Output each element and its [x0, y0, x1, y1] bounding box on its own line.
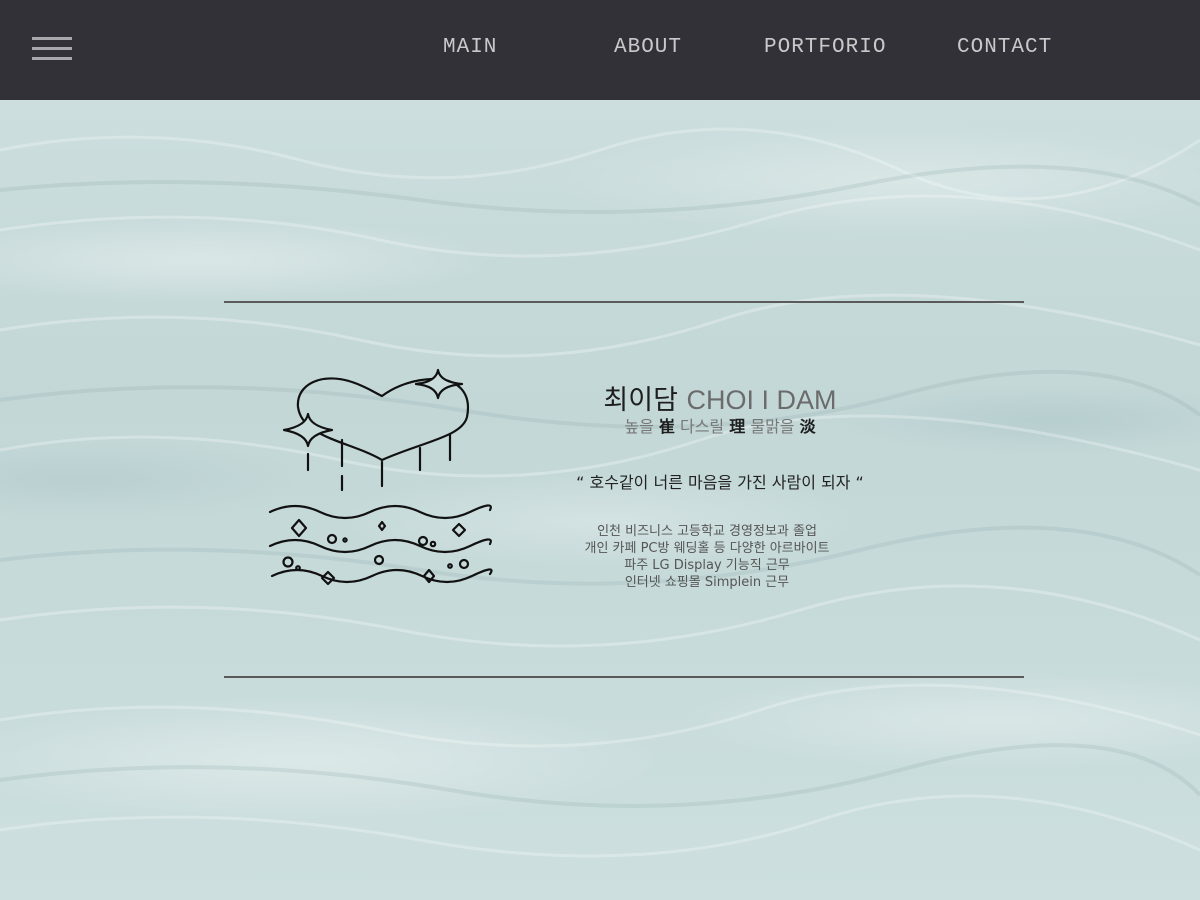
life-quote: “ 호수같이 너른 마음을 가진 사람이 되자 “	[576, 473, 864, 492]
nav-link-about[interactable]: ABOUT	[614, 36, 682, 59]
top-navbar: MAIN ABOUT PORTFORIO CONTACT	[0, 0, 1200, 100]
motto-part-3: 물맑을	[745, 417, 800, 436]
motto-part-2: 다스릴	[674, 417, 730, 436]
motto-part-1: 높을	[624, 417, 659, 436]
name-korean: 최이담	[603, 385, 678, 416]
hamburger-icon[interactable]	[32, 37, 72, 61]
history-item: 인터넷 쇼핑몰 Simplein 근무	[624, 575, 790, 590]
nav-link-portfolio[interactable]: PORTFORIO	[764, 36, 886, 59]
profile-name: 최이담 CHOI I DAM	[520, 378, 920, 417]
history-item: 인천 비즈니스 고등학교 경영정보과 졸업	[597, 524, 817, 539]
bottom-divider	[224, 676, 1024, 678]
heart-lake-logo-icon	[268, 368, 493, 586]
nav-link-main[interactable]: MAIN	[443, 36, 497, 59]
water-background	[0, 0, 1200, 900]
motto-hanja-2: 理	[729, 417, 746, 436]
history-item: 파주 LG Display 기능직 근무	[624, 558, 790, 573]
name-meaning: 높을 崔 다스릴 理 물맑을 淡	[520, 413, 920, 437]
career-history-list: 인천 비즈니스 고등학교 경영정보과 졸업 개인 카페 PC방 웨딩홀 등 다양…	[507, 523, 907, 591]
motto-hanja-1: 崔	[658, 417, 675, 436]
name-english: CHOI I DAM	[686, 385, 837, 415]
motto-hanja-3: 淡	[799, 417, 816, 436]
history-item: 개인 카페 PC방 웨딩홀 등 다양한 아르바이트	[584, 541, 830, 556]
nav-link-contact[interactable]: CONTACT	[957, 36, 1052, 59]
top-divider	[224, 301, 1024, 303]
